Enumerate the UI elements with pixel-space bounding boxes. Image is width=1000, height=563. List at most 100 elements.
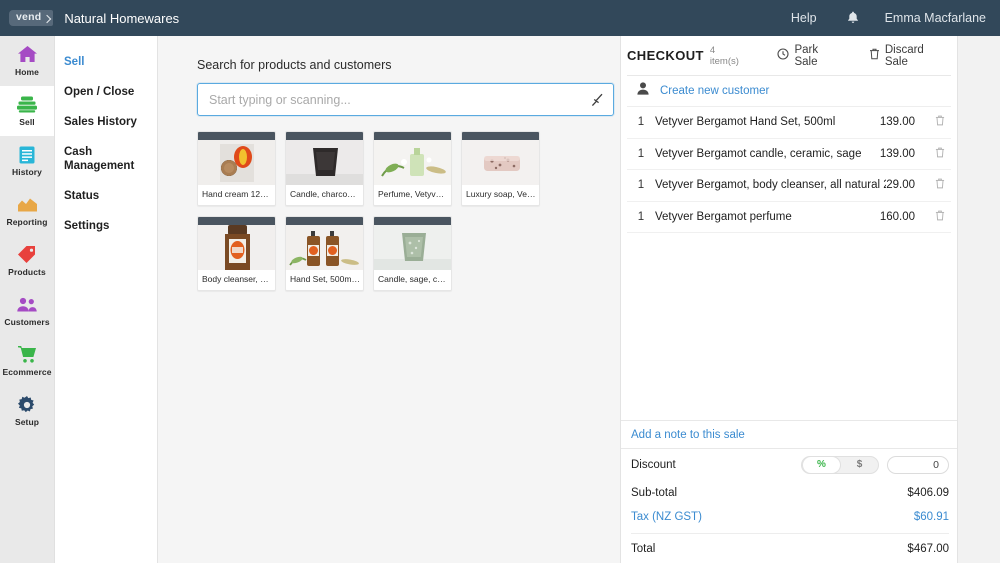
discount-value-input[interactable] <box>887 456 949 474</box>
product-image <box>374 225 451 270</box>
clock-icon <box>777 48 790 63</box>
subtotal-value: $406.09 <box>907 487 949 499</box>
product-image <box>198 140 275 185</box>
line-delete-icon[interactable] <box>929 115 951 129</box>
checkout-line-item[interactable]: 1 Vetyver Bergamot, body cleanser, all n… <box>627 170 951 202</box>
product-name: Candle, charcoal, ... <box>286 185 363 205</box>
subnav-item-open-close[interactable]: Open / Close <box>55 77 157 107</box>
tax-label[interactable]: Tax (NZ GST) <box>631 511 914 523</box>
tile-top-bar <box>286 217 363 225</box>
subnav-item-sell[interactable]: Sell <box>55 47 157 77</box>
tile-top-bar <box>374 217 451 225</box>
line-delete-icon[interactable] <box>929 147 951 161</box>
total-label: Total <box>631 542 656 555</box>
product-name: Hand cream 120m... <box>198 185 275 205</box>
discard-sale-button[interactable]: Discard Sale <box>869 44 947 68</box>
line-price: 139.00 <box>879 147 915 160</box>
checkout-totals: Discount % $ Sub-total $406.09 Tax (NZ G… <box>621 448 957 563</box>
document-icon <box>19 145 35 164</box>
checkout-line-item[interactable]: 1 Vetyver Bergamot candle, ceramic, sage… <box>627 139 951 170</box>
checkout-title: CHECKOUT <box>627 48 704 63</box>
add-note-link[interactable]: Add a note to this sale <box>631 429 745 441</box>
discount-mode-toggle[interactable]: % $ <box>801 456 879 474</box>
gear-icon <box>18 395 36 414</box>
total-row: Total $467.00 <box>631 533 949 563</box>
checkout-empty-space <box>627 233 951 420</box>
checkout-item-count: 4 item(s) <box>709 44 739 67</box>
line-delete-icon[interactable] <box>929 178 951 192</box>
chart-icon <box>17 195 37 214</box>
person-icon <box>637 82 649 100</box>
checkout-items-area: Create new customer 1 Vetyver Bergamot H… <box>627 75 951 420</box>
checkout-line-item[interactable]: 1 Vetyver Bergamot perfume 160.00 <box>627 202 951 233</box>
bell-icon[interactable] <box>831 11 875 26</box>
line-quantity[interactable]: 1 <box>627 116 655 128</box>
sidebar-item-products[interactable]: Products <box>0 236 54 286</box>
discard-sale-label: Discard Sale <box>884 43 924 68</box>
search-field-wrapper[interactable] <box>197 83 614 116</box>
product-tile[interactable]: Hand cream 120m... <box>197 131 276 206</box>
product-name: Candle, sage, cera... <box>374 270 451 290</box>
user-name[interactable]: Emma Macfarlane <box>875 11 1000 25</box>
product-tile[interactable]: Perfume, Vetyver ... <box>373 131 452 206</box>
product-tile[interactable]: Hand Set, 500ml,... <box>285 216 364 291</box>
discount-percent-option[interactable]: % <box>803 457 840 473</box>
sidebar-item-reporting[interactable]: Reporting <box>0 186 54 236</box>
trash-icon <box>869 48 880 63</box>
product-image <box>374 140 451 185</box>
add-note-row[interactable]: Add a note to this sale <box>621 420 957 448</box>
line-quantity[interactable]: 1 <box>627 211 655 223</box>
product-name: Hand Set, 500ml,... <box>286 270 363 290</box>
vend-logo[interactable]: vend <box>9 10 54 26</box>
sidebar-item-ecommerce[interactable]: Ecommerce <box>0 336 54 386</box>
park-sale-button[interactable]: Park Sale <box>777 44 841 68</box>
line-delete-icon[interactable] <box>929 210 951 224</box>
cart-icon <box>17 346 36 363</box>
tag-icon <box>17 245 37 264</box>
line-product-name: Vetyver Bergamot Hand Set, 500ml <box>655 116 836 129</box>
product-tile[interactable]: Candle, charcoal, ... <box>285 131 364 206</box>
sidebar-label-products: Products <box>8 267 46 277</box>
line-price: 139.00 <box>879 116 915 129</box>
product-tile[interactable]: Luxury soap, Vety... <box>461 131 540 206</box>
product-name: Body cleanser, 25... <box>198 270 275 290</box>
product-image <box>286 140 363 185</box>
search-input[interactable] <box>198 84 613 115</box>
primary-nav-rail: Home Sell History Reporting Products Cus… <box>0 36 55 563</box>
sidebar-item-home[interactable]: Home <box>0 36 54 86</box>
park-sale-label: Park Sale <box>794 43 819 68</box>
tax-row[interactable]: Tax (NZ GST) $60.91 <box>631 505 949 529</box>
sidebar-label-sell: Sell <box>19 117 35 127</box>
product-tile[interactable]: Body cleanser, 25... <box>197 216 276 291</box>
secondary-nav: Sell Open / Close Sales History Cash Man… <box>55 36 158 563</box>
line-quantity[interactable]: 1 <box>627 148 655 160</box>
tile-top-bar <box>286 132 363 140</box>
line-product-name: Vetyver Bergamot perfume <box>655 210 792 223</box>
create-customer-link[interactable]: Create new customer <box>660 85 769 97</box>
sidebar-item-sell[interactable]: Sell <box>0 86 54 136</box>
product-tile[interactable]: Candle, sage, cera... <box>373 216 452 291</box>
discount-dollar-option[interactable]: $ <box>841 457 878 473</box>
store-name: Natural Homewares <box>64 10 180 26</box>
help-link[interactable]: Help <box>777 11 831 25</box>
subnav-item-status[interactable]: Status <box>55 181 157 211</box>
create-customer-row[interactable]: Create new customer <box>627 76 951 107</box>
sidebar-label-history: History <box>12 167 42 177</box>
subtotal-row: Sub-total $406.09 <box>631 481 949 505</box>
checkout-panel: CHECKOUT 4 item(s) Park Sale Discard Sal… <box>620 36 958 563</box>
subnav-item-cash-management[interactable]: Cash Management <box>55 137 157 181</box>
product-image <box>286 225 363 270</box>
sidebar-item-customers[interactable]: Customers <box>0 286 54 336</box>
sidebar-item-history[interactable]: History <box>0 136 54 186</box>
product-name: Perfume, Vetyver ... <box>374 185 451 205</box>
discount-row: Discount % $ <box>631 449 949 481</box>
sidebar-item-setup[interactable]: Setup <box>0 386 54 436</box>
checkout-header: CHECKOUT 4 item(s) Park Sale Discard Sal… <box>621 36 957 75</box>
line-product-name: Vetyver Bergamot, body cleanser, all nat… <box>655 179 886 192</box>
line-price: 29.00 <box>886 179 915 192</box>
checkout-line-item[interactable]: 1 Vetyver Bergamot Hand Set, 500ml 139.0… <box>627 107 951 139</box>
subnav-item-settings[interactable]: Settings <box>55 211 157 241</box>
subnav-item-sales-history[interactable]: Sales History <box>55 107 157 137</box>
line-quantity[interactable]: 1 <box>627 179 655 191</box>
barcode-scanner-icon <box>589 93 603 112</box>
